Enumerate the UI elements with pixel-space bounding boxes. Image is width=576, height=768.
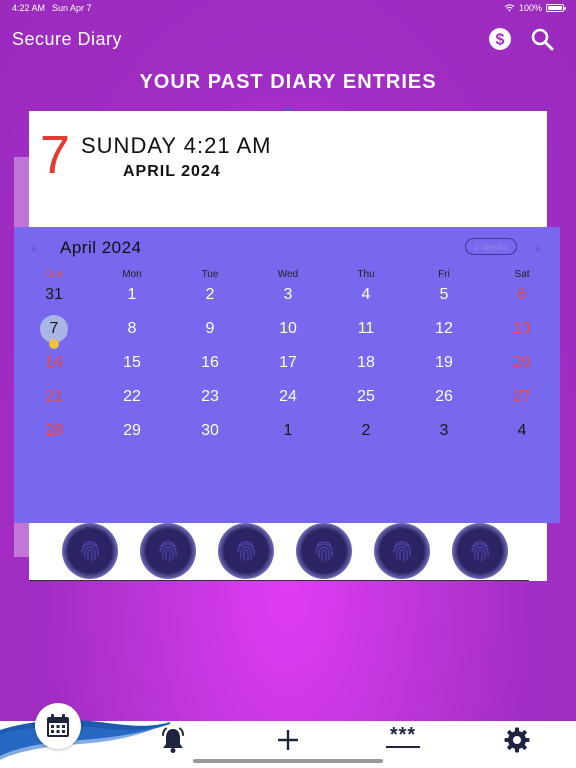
calendar-day[interactable]: 1: [268, 416, 308, 446]
calendar-day[interactable]: 15: [112, 348, 152, 378]
password-underline: [386, 746, 420, 748]
section-title: YOUR PAST DIARY ENTRIES: [139, 71, 437, 93]
entry-day-number: 7: [40, 125, 71, 185]
calendar-weekday-sat: Sat: [514, 269, 530, 280]
calendar-day[interactable]: 20: [502, 348, 542, 378]
app-title: Secure Diary: [12, 29, 123, 49]
fingerprint-icon: [81, 541, 99, 562]
calendar-day[interactable]: 3: [268, 280, 308, 310]
calendar-day[interactable]: 13: [502, 314, 542, 344]
calendar-day[interactable]: 16: [190, 348, 230, 378]
calendar-day[interactable]: 9: [190, 314, 230, 344]
fingerprint-button[interactable]: [452, 523, 508, 579]
calendar-day[interactable]: 29: [112, 416, 152, 446]
tab-calendar[interactable]: [35, 703, 81, 749]
calendar-day[interactable]: 17: [268, 348, 308, 378]
fingerprint-icon: [471, 541, 489, 562]
calendar-day[interactable]: 6: [502, 280, 542, 310]
calendar-day[interactable]: 14: [34, 348, 74, 378]
fingerprint-icon: [237, 541, 255, 562]
status-bar: 4:22 AM Sun Apr 7 100%: [0, 0, 576, 16]
calendar-weekday-wed: Wed: [277, 269, 299, 280]
calendar-day[interactable]: 5: [424, 280, 464, 310]
calendar-view-toggle[interactable]: 2 weeks: [465, 238, 517, 255]
calendar-day[interactable]: 24: [268, 382, 308, 412]
fingerprint-icon: [159, 541, 177, 562]
gear-icon[interactable]: [503, 726, 531, 754]
fingerprint-button[interactable]: [374, 523, 430, 579]
fingerprint-icon: [393, 541, 411, 562]
calendar-weekday-fri: Fri: [438, 269, 450, 280]
calendar-prev-button[interactable]: ‹: [32, 239, 37, 255]
password-text: ***: [389, 724, 417, 746]
entry-month-year: APRIL 2024: [123, 163, 221, 180]
calendar-day[interactable]: 12: [424, 314, 464, 344]
calendar-day[interactable]: 22: [112, 382, 152, 412]
search-icon[interactable]: [530, 27, 554, 51]
calendar-day[interactable]: 4: [502, 416, 542, 446]
fingerprint-button[interactable]: [296, 523, 352, 579]
fingerprint-button[interactable]: [140, 523, 196, 579]
card-divider: [29, 580, 529, 581]
calendar-weekday-mon: Mon: [122, 269, 142, 280]
wifi-icon: [504, 4, 515, 12]
fingerprint-button[interactable]: [218, 523, 274, 579]
calendar-weekday-sun: Sun: [45, 269, 63, 280]
status-date: Sun Apr 7: [52, 3, 92, 13]
calendar-day[interactable]: 2: [190, 280, 230, 310]
calendar-day[interactable]: 28: [34, 416, 74, 446]
calendar-day[interactable]: 21: [34, 382, 74, 412]
calendar-day[interactable]: 27: [502, 382, 542, 412]
plus-icon[interactable]: [274, 726, 302, 754]
status-time: 4:22 AM: [12, 3, 46, 13]
calendar-day[interactable]: 31: [34, 280, 74, 310]
calendar-day[interactable]: 4: [346, 280, 386, 310]
bell-icon[interactable]: [159, 726, 187, 754]
calendar-day[interactable]: 26: [424, 382, 464, 412]
calendar: ‹ April 2024 2 weeks › Sun Mon Tue Wed Thu Fr…: [14, 227, 560, 523]
battery-percent: 100%: [518, 3, 542, 13]
fingerprint-button[interactable]: [62, 523, 118, 579]
dollar-icon[interactable]: $: [488, 27, 512, 51]
svg-text:$: $: [496, 32, 505, 49]
calendar-day[interactable]: 8: [112, 314, 152, 344]
calendar-day[interactable]: 25: [346, 382, 386, 412]
calendar-weekday-thu: Thu: [357, 269, 375, 280]
calendar-day[interactable]: 19: [424, 348, 464, 378]
calendar-day[interactable]: 23: [190, 382, 230, 412]
calendar-day[interactable]: 1: [112, 280, 152, 310]
calendar-weekday-tue: Tue: [201, 269, 219, 280]
home-indicator: [193, 759, 383, 763]
calendar-day[interactable]: 3: [424, 416, 464, 446]
status-right: 100%: [504, 3, 566, 13]
battery-icon: [546, 4, 566, 12]
tab-active-wave: [0, 720, 170, 760]
calendar-day[interactable]: 11: [346, 314, 386, 344]
calendar-icon: [47, 714, 69, 737]
entry-weekday-time: SUNDAY 4:21 AM: [81, 133, 272, 158]
calendar-next-button[interactable]: ›: [535, 239, 540, 255]
calendar-month-label: April 2024: [60, 238, 142, 257]
password-icon[interactable]: ***: [386, 724, 420, 754]
fingerprint-icon: [315, 541, 333, 562]
calendar-day[interactable]: 2: [346, 416, 386, 446]
calendar-day[interactable]: 30: [190, 416, 230, 446]
calendar-day[interactable]: 18: [346, 348, 386, 378]
calendar-day[interactable]: 10: [268, 314, 308, 344]
